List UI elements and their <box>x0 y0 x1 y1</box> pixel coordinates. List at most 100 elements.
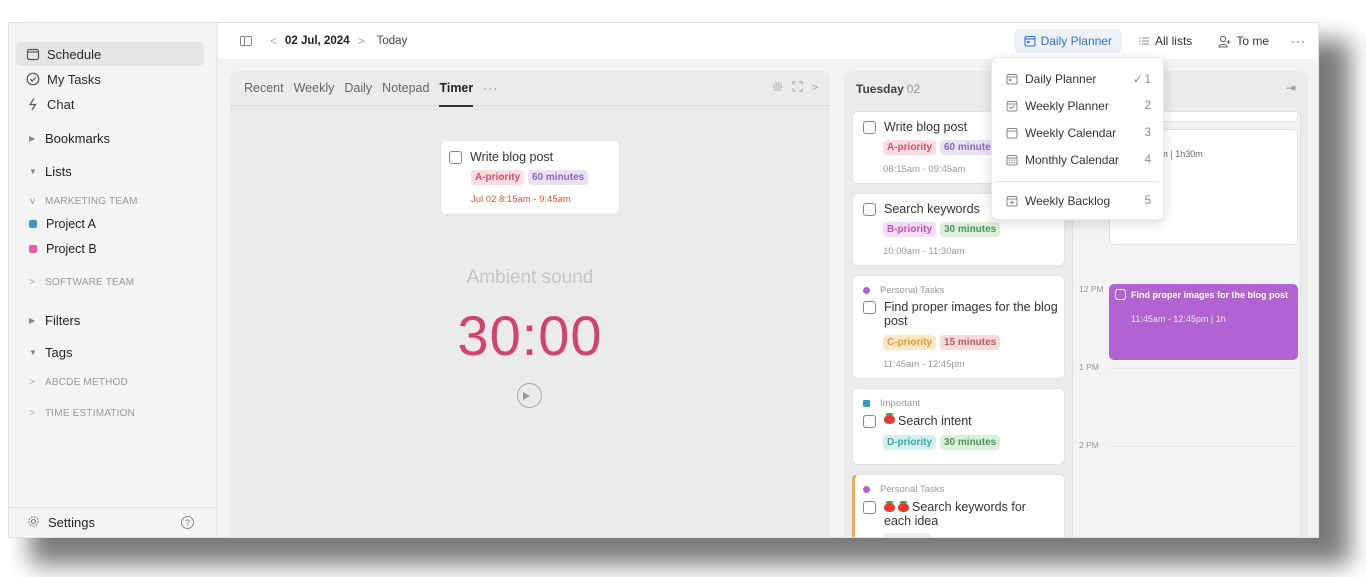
section-bookmarks[interactable]: ▶ Bookmarks <box>29 131 110 146</box>
group-abcde-method[interactable]: > ABCDE METHOD <box>29 377 128 388</box>
gear-icon[interactable] <box>772 81 783 95</box>
group-software-team[interactable]: > SOFTWARE TEAM <box>29 277 134 288</box>
top-bar: < 02 Jul, 2024 > Today Daily Planner All… <box>218 23 1318 59</box>
sidebar-item-schedule[interactable]: Schedule <box>16 42 204 66</box>
play-button[interactable] <box>517 383 542 408</box>
fullscreen-icon[interactable] <box>791 81 803 95</box>
tab-weekly[interactable]: Weekly <box>294 71 335 106</box>
chevron-down-icon: ∨ <box>29 196 37 207</box>
list-item-project-a[interactable]: Project A <box>29 217 96 231</box>
task-card[interactable]: Important Search intent D-priority 30 mi… <box>852 388 1065 465</box>
section-filters[interactable]: ▶ Filters <box>29 313 80 328</box>
prev-day-button[interactable]: < <box>270 34 277 48</box>
group-marketing-team[interactable]: ∨ MARKETING TEAM <box>29 196 138 207</box>
category-dot <box>863 486 870 493</box>
panel-tabs: Recent Weekly Daily Notepad Timer ··· <box>230 71 830 107</box>
today-button[interactable]: Today <box>377 35 408 47</box>
task-checkbox[interactable] <box>863 501 876 514</box>
collapse-panel-icon[interactable]: ⇥ <box>1286 81 1296 95</box>
sidebar: Schedule My Tasks Chat ▶ Bookmarks ▼ Lis… <box>9 23 217 537</box>
group-label: ABCDE METHOD <box>45 377 128 388</box>
assigned-to-me-button[interactable]: To me <box>1208 29 1279 53</box>
duration-tag: 30 minutes <box>940 435 1001 450</box>
daily-planner-view-button[interactable]: Daily Planner <box>1013 29 1122 53</box>
menu-item-weekly-backlog[interactable]: Weekly Backlog 5 <box>992 190 1163 212</box>
calendar-event-highlighted[interactable]: Find proper images for the blog post 11:… <box>1109 284 1298 360</box>
sidebar-item-chat[interactable]: Chat <box>16 92 204 116</box>
daily-planner-icon <box>1006 73 1018 85</box>
event-checkbox[interactable] <box>1115 289 1126 300</box>
ambient-sound-button[interactable]: Ambient sound <box>230 267 830 289</box>
priority-tag: A-priority <box>883 140 936 155</box>
duration-tag: 15 minutes <box>940 335 1001 350</box>
view-label: Daily Planner <box>1040 34 1112 48</box>
task-category: Personal Tasks <box>880 285 945 296</box>
group-time-estimation[interactable]: > TIME ESTIMATION <box>29 408 135 419</box>
tab-notepad[interactable]: Notepad <box>382 71 429 106</box>
tab-daily[interactable]: Daily <box>344 71 372 106</box>
tomato-icon <box>884 501 895 512</box>
all-lists-button[interactable]: All lists <box>1128 29 1202 53</box>
tab-timer[interactable]: Timer <box>439 71 473 107</box>
sidebar-item-my-tasks[interactable]: My Tasks <box>16 67 204 91</box>
category-square <box>863 400 870 407</box>
project-color-swatch <box>29 245 37 253</box>
more-options-icon[interactable]: ··· <box>1291 34 1306 48</box>
chevron-right-icon: > <box>29 377 36 388</box>
priority-tag: B-priority <box>883 222 936 237</box>
current-date[interactable]: 02 Jul, 2024 <box>285 35 350 47</box>
weekly-calendar-icon <box>1006 127 1018 139</box>
group-label: MARKETING TEAM <box>45 196 138 207</box>
task-time: 08:15am - 09:45am <box>883 164 966 175</box>
app-window: Schedule My Tasks Chat ▶ Bookmarks ▼ Lis… <box>8 22 1319 538</box>
duration-tag: 60 minutes <box>528 170 589 185</box>
gear-icon <box>27 515 40 531</box>
menu-item-label: Weekly Planner <box>1025 99 1109 113</box>
section-lists[interactable]: ▼ Lists <box>29 164 72 179</box>
caret-down-icon: ▼ <box>29 348 37 357</box>
section-label: Lists <box>45 164 72 179</box>
task-title: Find proper images for the blog post <box>884 300 1058 328</box>
task-checkbox[interactable] <box>449 150 462 164</box>
chevron-right-icon[interactable]: > <box>812 82 818 94</box>
hour-label: 2 PM <box>1079 440 1099 450</box>
menu-item-daily-planner[interactable]: Daily Planner ✓ 1 <box>992 68 1163 90</box>
priority-tag: C-priority <box>883 335 936 350</box>
task-checkbox[interactable] <box>863 301 876 314</box>
play-icon <box>522 391 530 400</box>
tomato-icon <box>884 413 895 424</box>
task-checkbox[interactable] <box>863 121 876 134</box>
task-time: 10:00am - 11:30am <box>883 246 965 257</box>
help-icon[interactable]: ? <box>181 516 194 529</box>
tabs-more-icon[interactable]: ··· <box>483 81 498 95</box>
list-item-project-b[interactable]: Project B <box>29 242 97 256</box>
settings-button[interactable]: Settings <box>27 515 95 531</box>
section-label: Tags <box>45 345 73 360</box>
menu-item-label: Weekly Calendar <box>1025 126 1117 140</box>
next-day-button[interactable]: > <box>358 34 365 48</box>
view-label: All lists <box>1154 34 1193 48</box>
settings-label: Settings <box>48 515 95 530</box>
priority-tag: A-priority <box>471 170 524 185</box>
task-category: Important <box>880 398 921 409</box>
task-card[interactable]: Personal Tasks Find proper images for th… <box>852 275 1065 379</box>
menu-item-weekly-calendar[interactable]: Weekly Calendar 3 <box>992 122 1163 144</box>
day-number: 02 <box>906 81 921 96</box>
focus-task-card[interactable]: Write blog post A-priority 60 minutes Ju… <box>441 141 619 214</box>
task-title: Search intent <box>898 414 972 428</box>
menu-item-weekly-planner[interactable]: Weekly Planner 2 <box>992 95 1163 117</box>
sidebar-toggle-icon[interactable] <box>240 36 252 46</box>
menu-item-monthly-calendar[interactable]: Monthly Calendar 4 <box>992 149 1163 171</box>
sidebar-item-label: Schedule <box>47 46 102 62</box>
task-card[interactable]: Personal Tasks Search keywords for each … <box>852 474 1065 537</box>
tab-recent[interactable]: Recent <box>244 71 284 106</box>
project-label: Project B <box>46 242 97 256</box>
event-time: 11:45am - 12:45pm | 1h <box>1131 314 1226 324</box>
section-tags[interactable]: ▼ Tags <box>29 345 72 360</box>
sidebar-item-label: Chat <box>47 96 75 112</box>
task-checkbox[interactable] <box>863 203 876 216</box>
group-label: TIME ESTIMATION <box>45 408 136 419</box>
hour-label: 1 PM <box>1079 362 1099 372</box>
task-checkbox[interactable] <box>863 415 876 428</box>
caret-right-icon: ▶ <box>29 316 36 325</box>
